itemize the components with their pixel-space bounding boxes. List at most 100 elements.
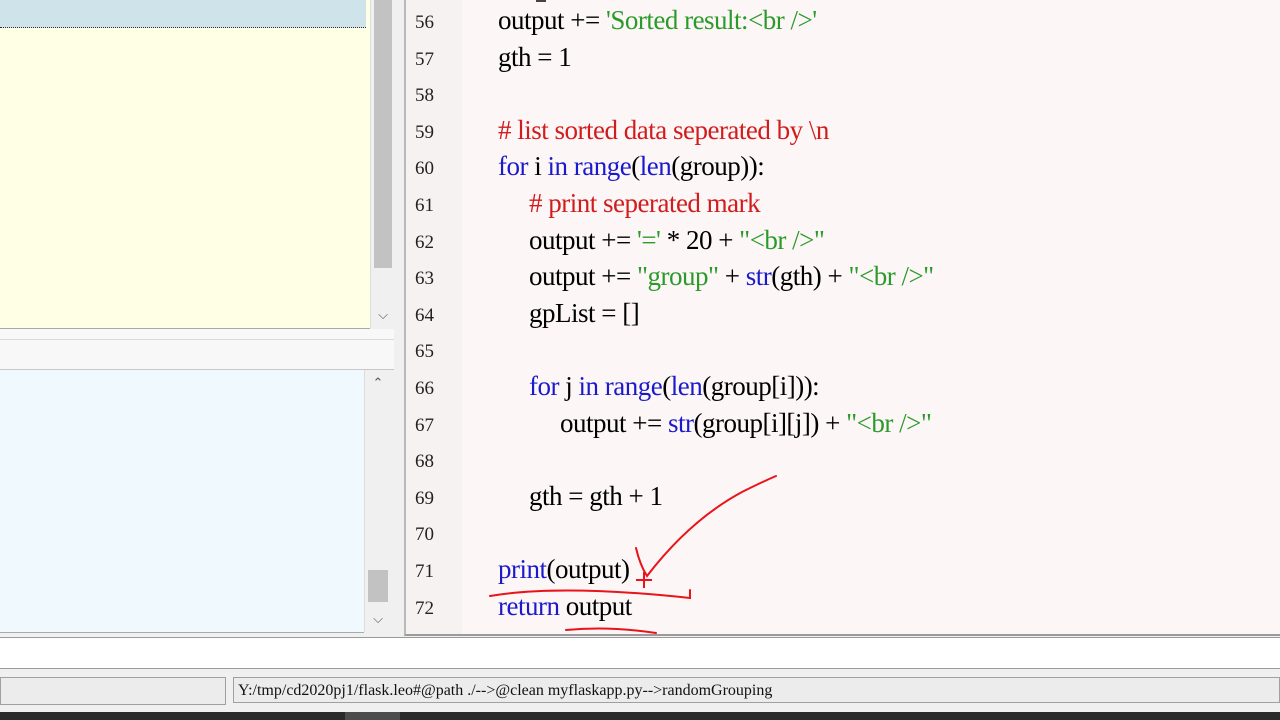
code-line[interactable]: 61 # print seperated mark <box>406 188 1280 224</box>
code-token: output <box>559 590 633 621</box>
status-field-left <box>0 677 226 705</box>
taskbar-strip <box>0 712 1280 720</box>
code-token: + <box>718 261 746 292</box>
code-line[interactable]: 64 gpList = [] <box>406 298 1280 334</box>
code-token: "<br />" <box>846 407 932 438</box>
line-code: output += 'Sorted result:<br />' <box>498 5 817 36</box>
code-token: # print seperated mark <box>529 188 761 218</box>
line-number: 71 <box>415 561 434 582</box>
code-token: (group[i][j]) + <box>693 407 847 438</box>
outline-pane[interactable] <box>0 0 370 329</box>
line-number: 67 <box>415 414 434 436</box>
taskbar-active-item <box>345 712 400 720</box>
log-pane[interactable] <box>0 370 364 633</box>
code-token: (output) <box>546 554 631 584</box>
line-code: gth = gth + 1 <box>529 480 663 512</box>
line-code: gpList = [] <box>529 297 640 329</box>
code-token: j <box>558 371 579 401</box>
line-number: 59 <box>415 121 434 143</box>
code-line[interactable]: 57 gth = 1 <box>406 42 1280 78</box>
line-number: 64 <box>415 304 434 326</box>
line-number: 58 <box>415 85 434 107</box>
code-token: output += <box>529 261 637 292</box>
outline-selected-node[interactable] <box>0 0 366 28</box>
code-line[interactable]: 63 output += "group" + str(gth) + "<br />… <box>406 261 1280 297</box>
line-code: output += '=' * 20 + "<br />" <box>529 224 825 256</box>
code-token: for <box>529 371 559 401</box>
code-token: (group)): <box>671 151 765 182</box>
line-number: 72 <box>415 597 434 619</box>
line-code: for j in range(len(group[i])): <box>529 371 820 402</box>
code-token: for <box>498 151 528 182</box>
code-editor[interactable]: 56 output += 'Sorted result:<br />' 57 gth … <box>404 0 1280 636</box>
code-token: return <box>498 590 560 621</box>
line-code: print(output) <box>498 554 630 585</box>
code-line[interactable]: 58 <box>406 78 1280 114</box>
code-token: * 20 + <box>660 224 740 255</box>
code-token: in <box>547 151 569 182</box>
code-token: "<br />" <box>848 261 934 292</box>
code-token: 'Sorted result:<br />' <box>605 5 817 35</box>
code-line[interactable]: 56 output += 'Sorted result:<br />' <box>406 5 1280 41</box>
code-token: (gth) + <box>771 261 849 292</box>
code-line[interactable]: 72 return output <box>406 591 1280 627</box>
code-token: "group" <box>636 261 719 292</box>
line-number: 65 <box>415 341 434 363</box>
code-token: i <box>527 151 548 182</box>
code-line[interactable]: 66 for j in range(len(group[i])): <box>406 371 1280 407</box>
pane-divider[interactable] <box>0 329 394 370</box>
line-code: # print seperated mark <box>529 188 761 219</box>
line-code: gth = 1 <box>498 41 572 73</box>
code-token: # list sorted data seperated by \n <box>498 114 829 145</box>
code-line[interactable]: 65 <box>406 334 1280 370</box>
code-token: gth = gth + 1 <box>529 480 663 511</box>
log-scroll-thumb[interactable] <box>368 570 388 602</box>
code-token: range <box>604 371 663 401</box>
line-number: 61 <box>415 195 434 216</box>
code-line[interactable]: 67 output += str(group[i][j]) + "<br />" <box>406 408 1280 444</box>
code-line[interactable]: 59 # list sorted data seperated by \n <box>406 115 1280 151</box>
code-token: ( <box>662 371 671 401</box>
code-token: ( <box>631 151 640 182</box>
outline-scrollbar[interactable]: ⌵ <box>370 0 395 328</box>
line-code: for i in range(len(group)): <box>498 151 765 182</box>
line-code: return output <box>498 591 632 622</box>
code-line[interactable]: 62 output += '=' * 20 + "<br />" <box>406 225 1280 261</box>
code-line[interactable]: 70 <box>406 517 1280 553</box>
line-number: 69 <box>415 487 434 509</box>
code-token: "<br />" <box>739 224 825 255</box>
code-token: output += <box>498 5 606 35</box>
code-line[interactable]: 68 <box>406 444 1280 480</box>
line-number: 56 <box>415 12 434 33</box>
line-number: 57 <box>415 48 434 70</box>
code-token: print <box>498 554 547 584</box>
code-line[interactable]: 60 for i in range(len(group)): <box>406 151 1280 187</box>
line-number: 70 <box>415 524 434 546</box>
code-token: range <box>573 151 632 182</box>
outline-scroll-thumb[interactable] <box>374 0 392 268</box>
code-token: len <box>670 371 703 401</box>
line-number: 66 <box>415 378 434 399</box>
line-code: output += str(group[i][j]) + "<br />" <box>560 407 932 439</box>
code-token: in <box>578 371 600 401</box>
code-token: str <box>745 261 772 292</box>
line-code: # list sorted data seperated by \n <box>498 115 829 146</box>
log-scrollbar[interactable]: ⌃ ⌵ <box>364 370 391 632</box>
scroll-down-icon[interactable]: ⌵ <box>365 610 391 630</box>
line-code: output += "group" + str(gth) + "<br />" <box>529 261 934 292</box>
line-number: 62 <box>415 231 434 253</box>
code-line[interactable]: 69 gth = gth + 1 <box>406 481 1280 517</box>
code-token: '=' <box>636 224 661 255</box>
scroll-up-icon[interactable]: ⌃ <box>365 374 391 394</box>
line-number: 63 <box>415 268 434 290</box>
code-token: gpList = [] <box>529 297 640 328</box>
line-number: 60 <box>415 158 434 180</box>
vertical-splitter[interactable] <box>394 0 404 636</box>
code-token: output += <box>560 407 668 438</box>
code-token: str <box>667 407 694 438</box>
scroll-down-icon[interactable]: ⌵ <box>371 306 395 326</box>
code-token: gth = 1 <box>498 41 572 72</box>
minibuffer-input[interactable] <box>0 637 1280 669</box>
line-number: 68 <box>415 451 434 473</box>
code-line[interactable]: 71 print(output) <box>406 554 1280 590</box>
